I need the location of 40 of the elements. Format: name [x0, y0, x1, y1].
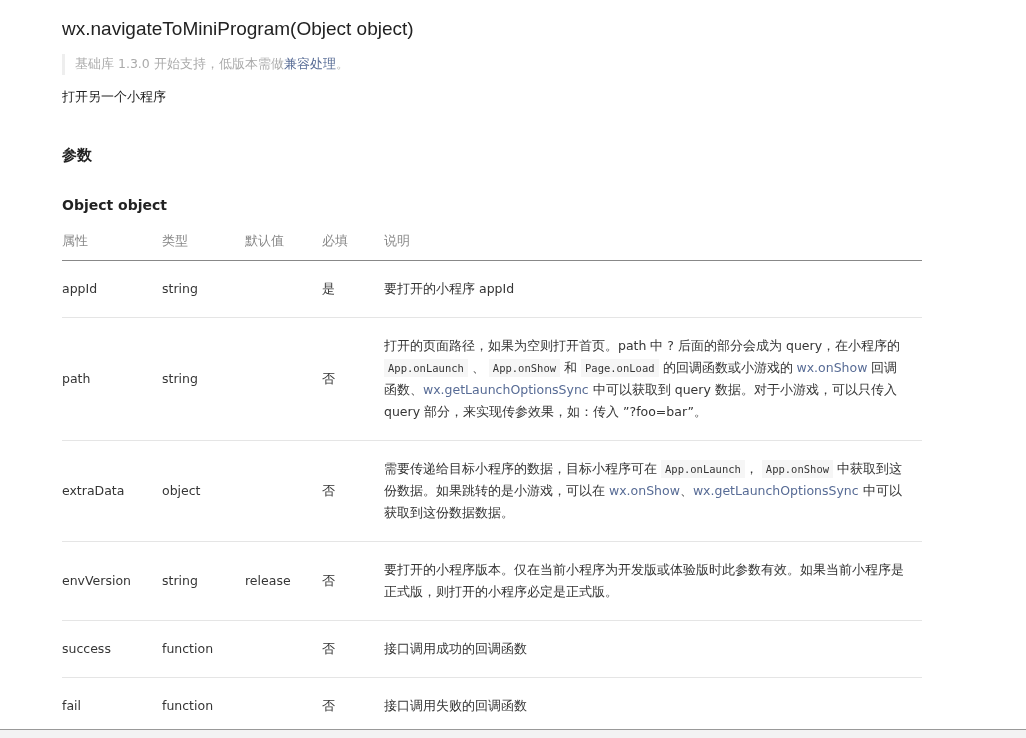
column-header: 必填: [322, 225, 384, 261]
description-cell: 要打开的小程序版本。仅在当前小程序为开发版或体验版时此参数有效。如果当前小程序是正式版，则打开的小程序必定是正式版。: [384, 541, 922, 621]
column-header: 类型: [162, 225, 245, 261]
link[interactable]: wx.onShow: [796, 360, 868, 375]
column-header: 属性: [62, 225, 162, 261]
description-cell: 要打开的小程序 appId: [384, 260, 922, 318]
table-cell: envVersion: [62, 541, 162, 621]
subsection-heading: Object object: [62, 197, 168, 213]
table-cell: 否: [322, 620, 384, 678]
table-cell: function: [162, 620, 245, 678]
description-cell: 接口调用成功的回调函数: [384, 620, 922, 678]
code-snippet: App.onLaunch: [384, 359, 468, 377]
summary-text: 打开另一个小程序: [62, 89, 167, 106]
column-header: 说明: [384, 225, 922, 261]
column-header: 默认值: [245, 225, 322, 261]
page-title: wx.navigateToMiniProgram(Object object): [62, 18, 415, 40]
table-cell: string: [162, 541, 245, 621]
table-cell: appId: [62, 260, 162, 318]
link[interactable]: wx.onShow: [609, 483, 680, 498]
description-cell: 打开的页面路径，如果为空则打开首页。path 中 ? 后面的部分会成为 query，在小程序的 App.onLaunch 、 App.onShow 和 Page.onLoad 的回调函数或小游戏的 wx.onShow 回调函数、wx.getLaunchOptionsSync 中可以获取到 query 数据。对于小游戏，可以只传入 query 部分，来实现传参效果，如：传入 ”?foo=bar”。: [384, 317, 922, 441]
table-cell: success: [62, 620, 162, 678]
link[interactable]: wx.getLaunchOptionsSync: [692, 483, 859, 498]
code-snippet: Page.onLoad: [581, 359, 659, 377]
table-cell: 是: [322, 260, 384, 318]
table-cell: string: [162, 260, 245, 318]
description-cell: 需要传递给目标小程序的数据，目标小程序可在 App.onLaunch ， App.onShow 中获取到这份数据。如果跳转的是小游戏，可以在 wx.onShow、wx.getLaunchOptionsSync 中可以获取到这份数据数据。: [384, 440, 922, 542]
table-cell: 否: [322, 541, 384, 621]
note-quote: 基础库 1.3.0 开始支持，低版本需做兼容处理。: [62, 54, 922, 75]
table-cell: object: [162, 440, 245, 542]
code-snippet: App.onLaunch: [661, 460, 745, 478]
link[interactable]: 兼容处理: [283, 56, 336, 71]
code-snippet: App.onShow: [488, 359, 561, 377]
table-cell: path: [62, 317, 162, 441]
table-cell: release: [245, 541, 322, 621]
code-snippet: App.onShow: [761, 460, 834, 478]
table-cell: 否: [322, 440, 384, 542]
table-cell: string: [162, 317, 245, 441]
link[interactable]: wx.getLaunchOptionsSync: [423, 382, 589, 397]
table-cell: extraData: [62, 440, 162, 542]
section-heading: 参数: [62, 146, 93, 165]
